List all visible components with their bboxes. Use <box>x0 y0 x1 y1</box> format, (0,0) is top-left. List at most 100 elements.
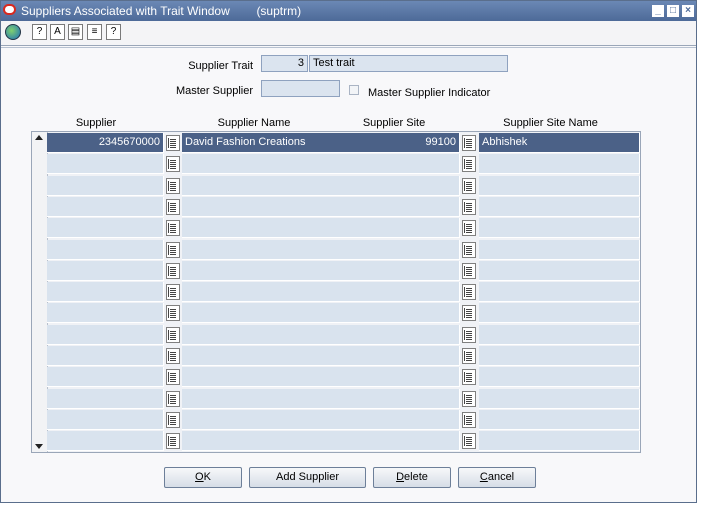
print-icon[interactable]: ≡ <box>87 24 102 40</box>
list-of-values-icon[interactable] <box>462 284 476 301</box>
cell-supplier[interactable] <box>47 388 164 409</box>
list-of-values-icon[interactable] <box>166 390 180 407</box>
cell-supplier-name[interactable] <box>182 324 360 345</box>
cell-supplier-name[interactable] <box>182 303 360 324</box>
cell-supplier-name[interactable] <box>182 239 360 260</box>
cell-supplier-site[interactable] <box>359 388 460 409</box>
cell-supplier-name[interactable] <box>182 346 360 366</box>
list-of-values-icon[interactable] <box>462 177 476 194</box>
list-of-values-icon[interactable] <box>166 156 180 173</box>
list-of-values-icon[interactable] <box>462 241 476 258</box>
list-of-values-icon[interactable] <box>462 156 476 173</box>
scroll-up-arrow-icon[interactable] <box>35 135 43 140</box>
table-row[interactable] <box>47 175 640 197</box>
maximize-icon[interactable]: □ <box>667 5 679 17</box>
close-icon[interactable]: × <box>682 5 694 17</box>
list-of-values-icon[interactable] <box>166 411 180 428</box>
cell-supplier-site[interactable] <box>359 218 460 239</box>
vertical-scrollbar[interactable] <box>32 132 48 452</box>
cell-supplier-site-name[interactable] <box>479 367 640 388</box>
cell-supplier[interactable] <box>47 260 164 281</box>
cell-supplier-site-name[interactable] <box>479 196 640 217</box>
cell-supplier-site[interactable] <box>359 282 460 303</box>
cell-supplier[interactable] <box>47 218 164 239</box>
list-of-values-icon[interactable] <box>166 326 180 343</box>
cell-supplier[interactable] <box>47 196 164 217</box>
cell-supplier-site[interactable] <box>359 196 460 217</box>
table-row[interactable] <box>47 346 640 367</box>
cell-supplier-site-name[interactable] <box>479 218 640 239</box>
cell-supplier-name[interactable] <box>182 409 360 430</box>
cell-supplier-site[interactable] <box>359 260 460 281</box>
list-of-values-icon[interactable] <box>462 198 476 215</box>
table-row[interactable] <box>47 324 640 346</box>
cell-supplier[interactable] <box>47 409 164 430</box>
cell-supplier-site-name[interactable]: Abhishek <box>479 133 640 153</box>
master-supplier-indicator-checkbox[interactable] <box>349 85 359 95</box>
cell-supplier[interactable] <box>47 324 164 345</box>
cell-supplier-name[interactable] <box>182 196 360 217</box>
table-row[interactable] <box>47 431 640 452</box>
cell-supplier-name[interactable] <box>182 388 360 409</box>
table-row[interactable] <box>47 154 640 175</box>
table-row[interactable] <box>47 218 640 239</box>
cell-supplier-name[interactable] <box>182 218 360 239</box>
help-icon[interactable]: ? <box>106 24 121 40</box>
table-row[interactable]: 2345670000 David Fashion Creations 99100 Ab… <box>47 133 640 154</box>
globe-icon[interactable] <box>5 24 21 40</box>
cell-supplier-name[interactable]: David Fashion Creations <box>182 133 360 153</box>
cell-supplier-site[interactable] <box>359 303 460 324</box>
cell-supplier-site[interactable] <box>359 154 460 175</box>
table-row[interactable] <box>47 239 640 261</box>
table-row[interactable] <box>47 409 640 431</box>
cell-supplier[interactable]: 2345670000 <box>47 133 164 153</box>
cell-supplier[interactable] <box>47 367 164 388</box>
list-of-values-icon[interactable] <box>166 220 180 237</box>
list-of-values-icon[interactable] <box>166 369 180 386</box>
list-of-values-icon[interactable] <box>166 433 180 450</box>
cell-supplier-site-name[interactable] <box>479 409 640 430</box>
list-of-values-icon[interactable] <box>462 262 476 279</box>
cell-supplier-site[interactable] <box>359 431 460 452</box>
table-row[interactable] <box>47 196 640 218</box>
cell-supplier-site[interactable] <box>359 175 460 196</box>
list-of-values-icon[interactable] <box>462 433 476 450</box>
list-of-values-icon[interactable] <box>166 177 180 194</box>
cell-supplier-site[interactable] <box>359 409 460 430</box>
table-row[interactable] <box>47 282 640 303</box>
cell-supplier-site[interactable] <box>359 346 460 366</box>
cell-supplier[interactable] <box>47 175 164 196</box>
table-row[interactable] <box>47 303 640 324</box>
add-supplier-button[interactable]: Add Supplier <box>249 467 366 488</box>
cell-supplier-site-name[interactable] <box>479 324 640 345</box>
title-bar[interactable]: Suppliers Associated with Trait Window (… <box>1 1 696 21</box>
list-of-values-icon[interactable] <box>166 198 180 215</box>
cell-supplier-site[interactable]: 99100 <box>359 133 460 153</box>
cell-supplier-site-name[interactable] <box>479 388 640 409</box>
table-row[interactable] <box>47 388 640 410</box>
cell-supplier-site-name[interactable] <box>479 175 640 196</box>
cell-supplier-site[interactable] <box>359 324 460 345</box>
supplier-trait-id-field[interactable]: 3 <box>261 55 308 72</box>
cell-supplier-site-name[interactable] <box>479 282 640 303</box>
spell-check-icon[interactable]: A <box>50 24 65 40</box>
list-of-values-icon[interactable] <box>166 348 180 364</box>
cell-supplier-site-name[interactable] <box>479 260 640 281</box>
delete-button[interactable]: Delete <box>373 467 451 488</box>
cell-supplier[interactable] <box>47 239 164 260</box>
cell-supplier[interactable] <box>47 346 164 366</box>
scroll-down-arrow-icon[interactable] <box>35 444 43 449</box>
calendar-icon[interactable]: ▤ <box>68 24 83 40</box>
table-row[interactable] <box>47 260 640 282</box>
cell-supplier-site-name[interactable] <box>479 303 640 324</box>
cancel-button[interactable]: Cancel <box>458 467 536 488</box>
cell-supplier-site-name[interactable] <box>479 346 640 366</box>
cell-supplier-name[interactable] <box>182 260 360 281</box>
list-of-values-icon[interactable] <box>166 284 180 301</box>
list-of-values-icon[interactable] <box>166 305 180 322</box>
cell-supplier[interactable] <box>47 431 164 452</box>
ok-button[interactable]: OK <box>164 467 242 488</box>
list-of-values-icon[interactable] <box>166 262 180 279</box>
list-of-values-icon[interactable] <box>462 135 476 151</box>
list-of-values-icon[interactable] <box>462 369 476 386</box>
